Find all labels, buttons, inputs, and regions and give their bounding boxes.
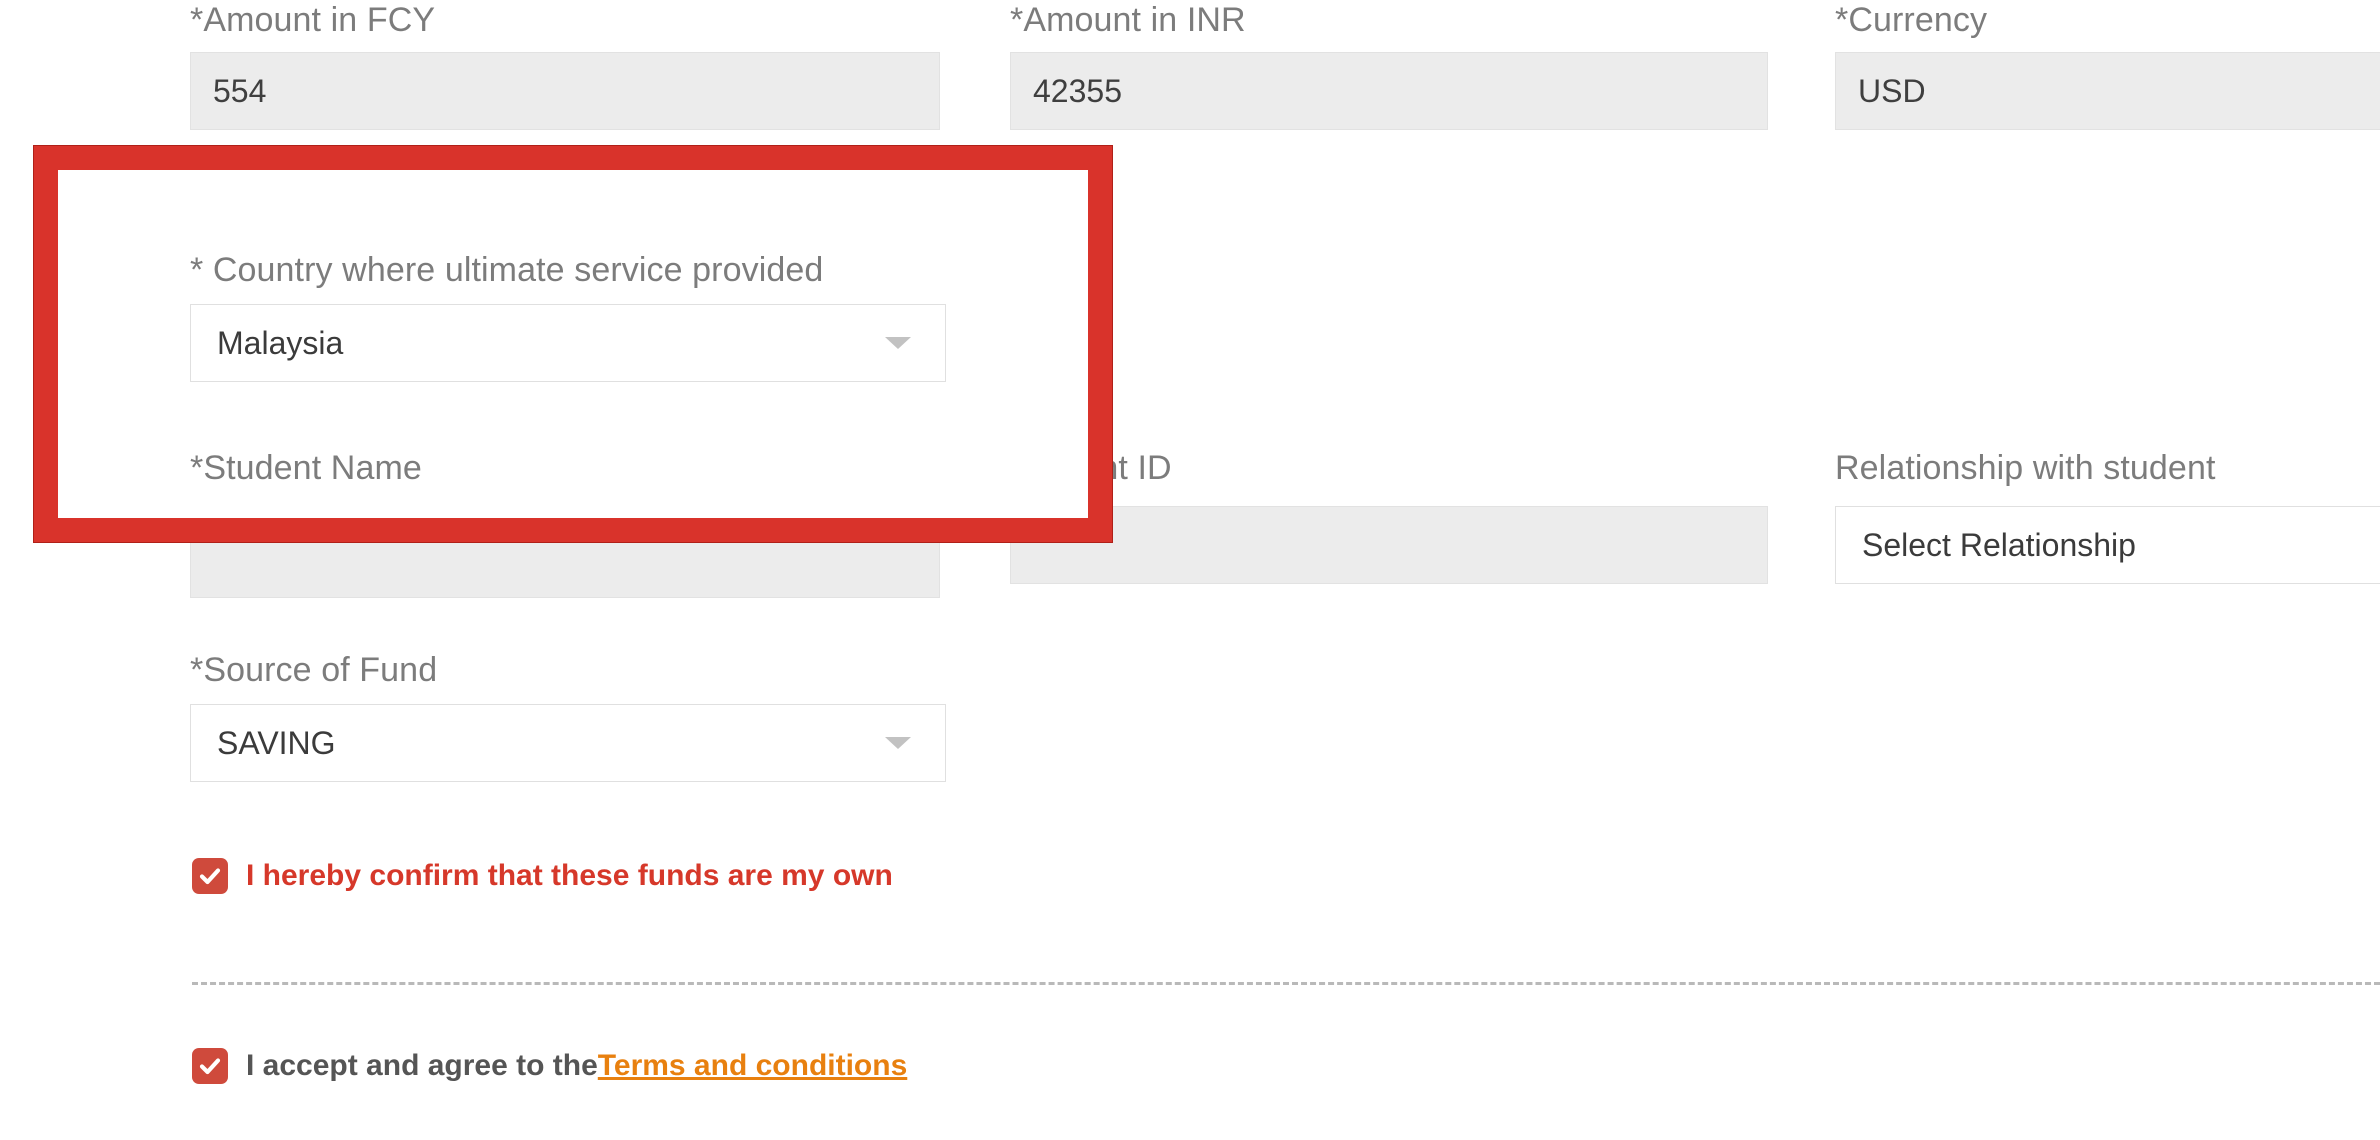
terms-acceptance-row[interactable]: I accept and agree to the Terms and cond… — [192, 1048, 907, 1084]
currency-value: USD — [1858, 72, 1926, 109]
source-of-fund-select[interactable]: SAVING — [190, 704, 946, 782]
terms-checkbox[interactable] — [192, 1048, 228, 1084]
currency-input[interactable]: USD — [1835, 52, 2380, 130]
remittance-form-page: *Amount in FCY 554 *Amount in INR 42355 … — [0, 0, 2380, 1140]
relationship-select[interactable]: Select Relationship — [1835, 506, 2380, 584]
amount-inr-input[interactable]: 42355 — [1010, 52, 1768, 130]
field-amount-fcy: *Amount in FCY 554 — [190, 0, 940, 130]
student-id-label: Student ID — [1010, 449, 1172, 487]
student-name-label: *Student Name — [190, 449, 422, 487]
field-country-service: * Country where ultimate service provide… — [190, 250, 946, 382]
terms-and-conditions-link[interactable]: Terms and conditions — [598, 1049, 907, 1083]
field-student-id: Student ID — [1010, 448, 1768, 584]
relationship-value: Select Relationship — [1862, 526, 2136, 563]
currency-label: *Currency — [1835, 1, 1988, 39]
student-id-input[interactable] — [1010, 506, 1768, 584]
section-divider — [192, 982, 2380, 985]
own-funds-checkbox[interactable] — [192, 858, 228, 894]
chevron-down-icon[interactable] — [885, 337, 911, 349]
amount-fcy-label: *Amount in FCY — [190, 1, 436, 39]
field-source-of-fund: *Source of Fund SAVING — [190, 650, 946, 782]
own-funds-label: I hereby confirm that these funds are my… — [246, 859, 893, 892]
amount-fcy-input[interactable]: 554 — [190, 52, 940, 130]
student-name-input[interactable] — [190, 520, 940, 598]
own-funds-confirmation-row[interactable]: I hereby confirm that these funds are my… — [192, 858, 893, 894]
country-service-select[interactable]: Malaysia — [190, 304, 946, 382]
field-amount-inr: *Amount in INR 42355 — [1010, 0, 1768, 130]
country-service-label: * Country where ultimate service provide… — [190, 251, 824, 289]
source-of-fund-value: SAVING — [217, 724, 336, 761]
check-icon — [199, 868, 221, 885]
field-currency: *Currency USD — [1835, 0, 2380, 130]
terms-prefix-label: I accept and agree to the — [246, 1049, 598, 1082]
chevron-down-icon[interactable] — [885, 737, 911, 749]
amount-fcy-value: 554 — [213, 72, 267, 109]
amount-inr-value: 42355 — [1033, 72, 1122, 109]
relationship-label: Relationship with student — [1835, 449, 2216, 487]
check-icon — [199, 1058, 221, 1075]
country-service-value: Malaysia — [217, 324, 344, 361]
field-relationship: Relationship with student Select Relatio… — [1835, 448, 2380, 584]
amount-inr-label: *Amount in INR — [1010, 1, 1246, 39]
source-of-fund-label: *Source of Fund — [190, 651, 438, 689]
field-student-name: *Student Name — [190, 448, 940, 488]
